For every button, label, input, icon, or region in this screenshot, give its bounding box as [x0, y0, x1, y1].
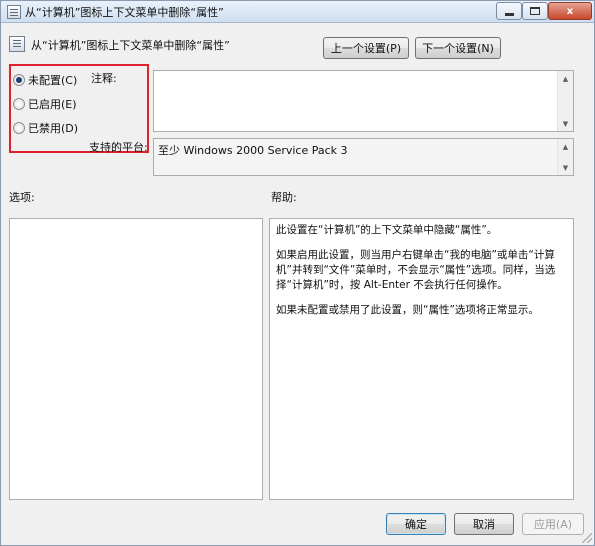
policy-setting-icon	[9, 36, 25, 52]
comment-textarea[interactable]: ▲ ▼	[153, 70, 574, 132]
comment-label: 注释:	[91, 72, 117, 85]
minimize-icon	[504, 12, 514, 16]
comment-scrollbar[interactable]: ▲ ▼	[557, 71, 573, 131]
radio-button[interactable]	[13, 122, 25, 134]
radio-enabled[interactable]: 已启用(E)	[13, 96, 77, 112]
radio-button[interactable]	[13, 98, 25, 110]
help-label: 帮助:	[271, 191, 297, 204]
close-icon: x	[566, 5, 574, 17]
radio-disabled[interactable]: 已禁用(D)	[13, 120, 78, 136]
platform-scrollbar[interactable]: ▲ ▼	[557, 139, 573, 175]
radio-label: 未配置(C)	[28, 74, 78, 87]
supported-platform-label: 支持的平台:	[89, 141, 148, 154]
radio-button[interactable]	[13, 74, 25, 86]
help-paragraph: 如果启用此设置，则当用户右键单击“我的电脑”或单击“计算机”并转到“文件”菜单时…	[276, 249, 556, 291]
policy-icon	[7, 5, 21, 19]
options-label: 选项:	[9, 191, 35, 204]
policy-dialog: 从“计算机”图标上下文菜单中删除“属性” x 从“计算机”图标上下文菜单中删除“…	[0, 0, 595, 546]
supported-platform-value: 至少 Windows 2000 Service Pack 3	[158, 144, 348, 157]
resize-grip-icon[interactable]	[582, 533, 592, 543]
ok-button[interactable]: 确定	[386, 513, 446, 535]
close-button[interactable]: x	[548, 2, 592, 20]
scroll-up-icon[interactable]: ▲	[558, 139, 573, 154]
next-setting-button[interactable]: 下一个设置(N)	[415, 37, 501, 59]
maximize-button[interactable]	[522, 2, 548, 20]
radio-label: 已禁用(D)	[28, 122, 79, 135]
scroll-down-icon[interactable]: ▼	[558, 160, 573, 175]
supported-platform-field: 至少 Windows 2000 Service Pack 3 ▲ ▼	[153, 138, 574, 176]
help-text-panel[interactable]: 此设置在“计算机”的上下文菜单中隐藏“属性”。 如果启用此设置，则当用户右键单击…	[269, 218, 574, 500]
scroll-down-icon[interactable]: ▼	[558, 116, 573, 131]
setting-title: 从“计算机”图标上下文菜单中删除“属性”	[31, 39, 230, 52]
apply-button[interactable]: 应用(A)	[522, 513, 584, 535]
window-title: 从“计算机”图标上下文菜单中删除“属性”	[25, 6, 224, 19]
previous-setting-button[interactable]: 上一个设置(P)	[323, 37, 409, 59]
maximize-icon	[530, 7, 540, 15]
options-panel	[9, 218, 263, 500]
help-paragraph: 此设置在“计算机”的上下文菜单中隐藏“属性”。	[276, 224, 498, 236]
cancel-button[interactable]: 取消	[454, 513, 514, 535]
help-paragraph: 如果未配置或禁用了此设置，则“属性”选项将正常显示。	[276, 304, 539, 316]
radio-not-configured[interactable]: 未配置(C)	[13, 72, 77, 88]
minimize-button[interactable]	[496, 2, 522, 20]
radio-label: 已启用(E)	[28, 98, 77, 111]
scroll-up-icon[interactable]: ▲	[558, 71, 573, 86]
title-bar[interactable]: 从“计算机”图标上下文菜单中删除“属性” x	[1, 1, 594, 23]
